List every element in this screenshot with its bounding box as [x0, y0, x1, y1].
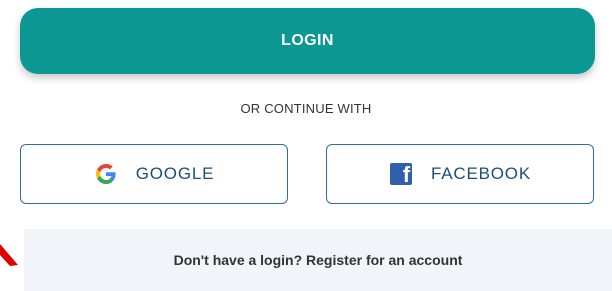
facebook-logo-icon: f	[390, 163, 413, 186]
google-logo-icon	[95, 164, 116, 184]
continue-with-separator: OR CONTINUE WITH	[240, 101, 372, 116]
facebook-f-glyph: f	[402, 163, 411, 186]
login-panel: LOGIN OR CONTINUE WITH GOOGLE f FACEBOOK…	[0, 0, 612, 291]
register-link[interactable]: Don't have a login? Register for an acco…	[24, 229, 612, 291]
google-login-button[interactable]: GOOGLE	[20, 144, 288, 204]
google-icon	[94, 162, 118, 186]
login-button[interactable]: LOGIN	[20, 8, 595, 74]
google-login-label: GOOGLE	[135, 164, 215, 183]
facebook-login-button[interactable]: f FACEBOOK	[326, 144, 594, 204]
red-arrow-icon	[0, 244, 18, 266]
facebook-icon: f	[389, 162, 413, 186]
facebook-login-label: FACEBOOK	[431, 164, 531, 183]
